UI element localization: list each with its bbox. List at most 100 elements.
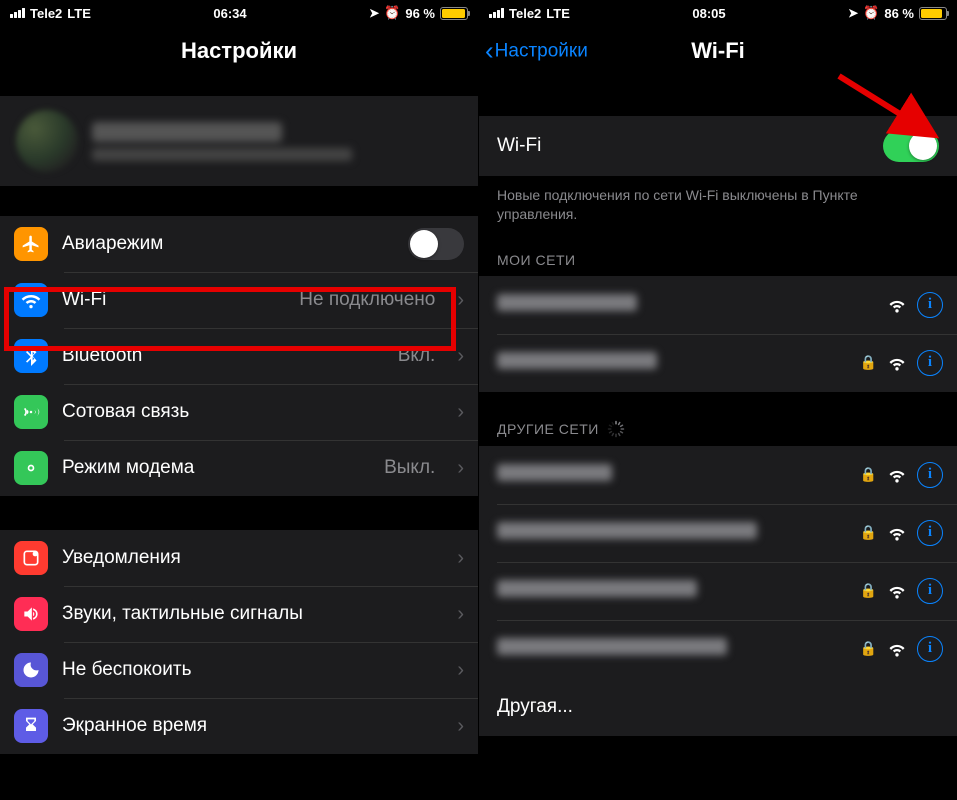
- my-networks-header: МОИ СЕТИ: [479, 224, 957, 276]
- alarm-icon: ⏰: [863, 5, 879, 21]
- avatar: [16, 110, 78, 172]
- page-title: Wi-Fi: [691, 38, 745, 64]
- screentime-row[interactable]: Экранное время ›: [0, 698, 478, 754]
- network-name: [497, 638, 727, 660]
- network-row[interactable]: i: [479, 276, 957, 334]
- chevron-right-icon: ›: [457, 603, 464, 626]
- sounds-icon: [14, 597, 48, 631]
- other-networks-list: 🔒 i 🔒 i 🔒 i 🔒 i Другая...: [479, 446, 957, 736]
- wifi-value: Не подключено: [299, 289, 435, 311]
- wifi-signal-icon: [887, 641, 907, 657]
- airplane-toggle[interactable]: [408, 228, 464, 260]
- network-row[interactable]: 🔒 i: [479, 504, 957, 562]
- network-row[interactable]: 🔒 i: [479, 446, 957, 504]
- other-label: Другая...: [497, 696, 573, 718]
- battery-pct-label: 86 %: [884, 6, 914, 21]
- airplane-label: Авиарежим: [62, 233, 394, 255]
- apple-id-row[interactable]: [0, 96, 478, 186]
- wifi-signal-icon: [887, 467, 907, 483]
- hotspot-icon: [14, 451, 48, 485]
- network-name: [497, 352, 657, 374]
- clock: 08:05: [570, 6, 848, 21]
- chevron-right-icon: ›: [457, 401, 464, 424]
- lock-icon: 🔒: [860, 582, 877, 599]
- status-bar: Tele2 LTE 06:34 ➤ ⏰ 96 %: [0, 0, 478, 26]
- chevron-right-icon: ›: [457, 715, 464, 738]
- carrier-label: Tele2: [509, 6, 541, 21]
- wifi-toggle-label: Wi-Fi: [497, 135, 883, 157]
- info-button[interactable]: i: [917, 292, 943, 318]
- back-label: Настройки: [495, 40, 588, 62]
- wifi-icon: [14, 283, 48, 317]
- hotspot-label: Режим модема: [62, 457, 370, 479]
- screentime-label: Экранное время: [62, 715, 435, 737]
- notifications-icon: [14, 541, 48, 575]
- network-type-label: LTE: [67, 6, 91, 21]
- dnd-row[interactable]: Не беспокоить ›: [0, 642, 478, 698]
- wifi-toggle-row[interactable]: Wi-Fi: [479, 116, 957, 176]
- cellular-label: Сотовая связь: [62, 401, 435, 423]
- hotspot-value: Выкл.: [384, 457, 435, 479]
- cellular-icon: [14, 395, 48, 429]
- wifi-signal-icon: [887, 355, 907, 371]
- bluetooth-icon: [14, 339, 48, 373]
- alerts-group: Уведомления › Звуки, тактильные сигналы …: [0, 530, 478, 754]
- location-icon: ➤: [369, 6, 379, 20]
- info-button[interactable]: i: [917, 578, 943, 604]
- dnd-label: Не беспокоить: [62, 659, 435, 681]
- connectivity-group: Авиарежим Wi-Fi Не подключено › Bluetoot…: [0, 216, 478, 496]
- airplane-icon: [14, 227, 48, 261]
- notifications-row[interactable]: Уведомления ›: [0, 530, 478, 586]
- network-name: [497, 464, 612, 486]
- info-button[interactable]: i: [917, 462, 943, 488]
- network-row[interactable]: 🔒 i: [479, 562, 957, 620]
- network-type-label: LTE: [546, 6, 570, 21]
- other-networks-header: ДРУГИЕ СЕТИ: [479, 392, 957, 446]
- chevron-left-icon: ‹: [485, 36, 494, 67]
- airplane-mode-row[interactable]: Авиарежим: [0, 216, 478, 272]
- other-network-row[interactable]: Другая...: [479, 678, 957, 736]
- chevron-right-icon: ›: [457, 547, 464, 570]
- signal-icon: [10, 8, 25, 18]
- wifi-signal-icon: [887, 525, 907, 541]
- notifications-label: Уведомления: [62, 547, 435, 569]
- wifi-toggle[interactable]: [883, 130, 939, 162]
- alarm-icon: ⏰: [384, 5, 400, 21]
- network-row[interactable]: 🔒 i: [479, 620, 957, 678]
- battery-icon: [440, 7, 468, 20]
- network-row[interactable]: 🔒 i: [479, 334, 957, 392]
- carrier-label: Tele2: [30, 6, 62, 21]
- wifi-note: Новые подключения по сети Wi-Fi выключен…: [479, 176, 957, 224]
- chevron-right-icon: ›: [457, 457, 464, 480]
- chevron-right-icon: ›: [457, 289, 464, 312]
- hotspot-row[interactable]: Режим модема Выкл. ›: [0, 440, 478, 496]
- chevron-right-icon: ›: [457, 659, 464, 682]
- battery-pct-label: 96 %: [405, 6, 435, 21]
- back-button[interactable]: ‹ Настройки: [485, 36, 588, 67]
- profile-text: [92, 122, 352, 161]
- lock-icon: 🔒: [860, 524, 877, 541]
- wifi-label: Wi-Fi: [62, 289, 285, 311]
- lock-icon: 🔒: [860, 466, 877, 483]
- settings-screen: Tele2 LTE 06:34 ➤ ⏰ 96 % Настройки Авиар…: [0, 0, 479, 800]
- hourglass-icon: [14, 709, 48, 743]
- wifi-signal-icon: [887, 297, 907, 313]
- cellular-row[interactable]: Сотовая связь ›: [0, 384, 478, 440]
- network-name: [497, 580, 697, 602]
- info-button[interactable]: i: [917, 350, 943, 376]
- bluetooth-value: Вкл.: [398, 345, 436, 367]
- network-name: [497, 294, 637, 316]
- network-name: [497, 522, 757, 544]
- moon-icon: [14, 653, 48, 687]
- lock-icon: 🔒: [860, 354, 877, 371]
- sounds-label: Звуки, тактильные сигналы: [62, 603, 435, 625]
- bluetooth-label: Bluetooth: [62, 345, 384, 367]
- wifi-row[interactable]: Wi-Fi Не подключено ›: [0, 272, 478, 328]
- info-button[interactable]: i: [917, 636, 943, 662]
- status-bar: Tele2 LTE 08:05 ➤ ⏰ 86 %: [479, 0, 957, 26]
- sounds-row[interactable]: Звуки, тактильные сигналы ›: [0, 586, 478, 642]
- clock: 06:34: [91, 6, 369, 21]
- bluetooth-row[interactable]: Bluetooth Вкл. ›: [0, 328, 478, 384]
- wifi-signal-icon: [887, 583, 907, 599]
- info-button[interactable]: i: [917, 520, 943, 546]
